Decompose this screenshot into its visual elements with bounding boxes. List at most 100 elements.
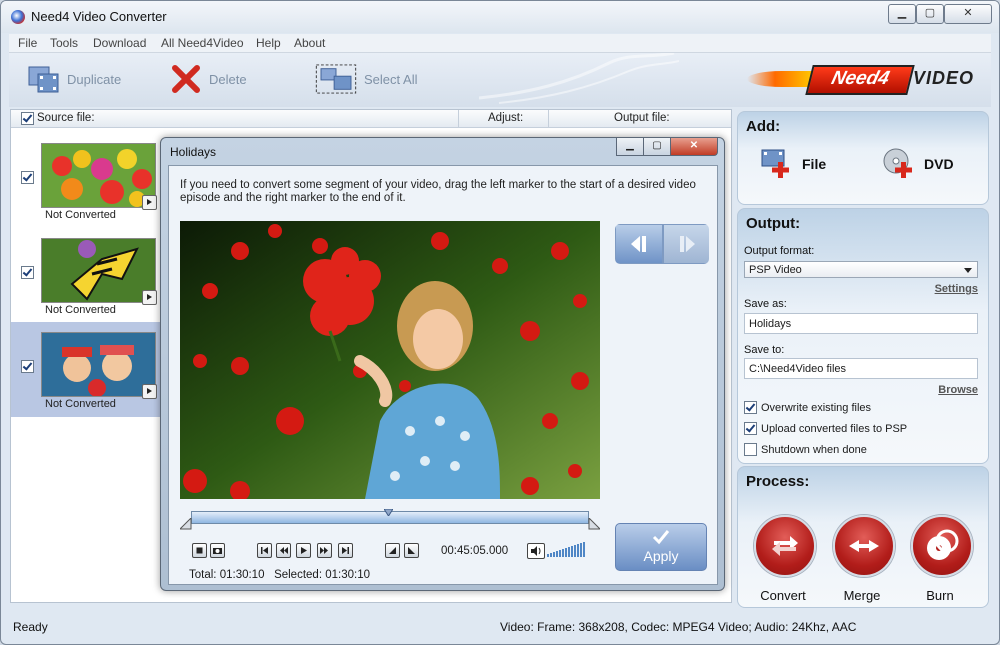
convert-icon [772,536,798,556]
stop-icon [196,547,203,554]
close-button[interactable]: ✕ [944,4,992,24]
video-preview [180,221,600,499]
skip-start-icon [261,547,268,554]
minimize-button[interactable]: ▁ [888,4,916,24]
save-to-input[interactable]: C:\Need4Video files [744,358,978,379]
close-icon: ✕ [689,140,699,151]
close-icon: ✕ [963,7,973,19]
speaker-icon [531,546,541,556]
header-source-file: Source file: [37,112,95,124]
select-all-checkbox[interactable] [21,112,34,125]
step-forward-icon [320,547,328,554]
right-trim-marker-icon[interactable] [588,518,600,530]
add-title: Add: [746,118,781,135]
add-file-icon [761,149,789,178]
add-section: Add: File DVD [737,111,989,205]
flame-icon [747,71,817,87]
play-button[interactable] [296,543,311,558]
shutdown-label: Shutdown when done [761,443,867,456]
item-status: Not Converted [45,304,116,316]
mark-out-icon [408,547,415,554]
add-dvd-label: DVD [924,156,954,172]
header-divider [458,110,459,127]
item-status: Not Converted [45,398,116,410]
save-to-label: Save to: [744,344,785,356]
set-right-marker-button[interactable] [663,224,709,264]
decorative-swirl-icon [479,53,679,104]
brand-logo: Need4 VIDEO [747,65,979,95]
apply-button[interactable]: Apply [615,523,707,571]
stop-button[interactable] [192,543,207,558]
list-item[interactable]: Not Converted [11,133,161,228]
maximize-button[interactable]: ▢ [916,4,944,24]
playhead-handle-icon[interactable] [384,509,393,516]
preview-play-button[interactable] [142,384,157,399]
volume-slider[interactable] [547,542,587,557]
checkmark-icon [652,530,670,545]
mark-out-button[interactable] [404,543,419,558]
left-trim-marker-icon[interactable] [180,518,192,530]
overwrite-checkbox[interactable] [744,401,757,414]
go-to-start-button[interactable] [257,543,272,558]
item-checkbox[interactable] [21,266,34,279]
item-checkbox[interactable] [21,171,34,184]
marker-button-group [615,224,709,264]
go-to-end-button[interactable] [338,543,353,558]
selected-duration: 01:30:10 [325,569,370,581]
menu-about[interactable]: About [294,36,325,50]
merge-icon [849,540,879,552]
convert-label: Convert [760,588,806,603]
mark-in-button[interactable] [385,543,400,558]
menu-help[interactable]: Help [256,36,281,50]
menu-bar: File Tools Download All Need4Video Help … [9,34,991,53]
output-format-select[interactable]: PSP Video [744,261,978,278]
add-dvd-button[interactable]: DVD [882,146,954,182]
preview-play-button[interactable] [142,195,157,210]
snapshot-button[interactable] [210,543,225,558]
preview-play-button[interactable] [142,290,157,305]
step-forward-button[interactable] [317,543,332,558]
total-duration: 01:30:10 [219,569,265,581]
merge-button[interactable] [833,515,895,577]
step-back-button[interactable] [276,543,291,558]
left-marker-icon [631,236,646,252]
delete-button[interactable]: Delete [169,63,247,95]
select-all-button[interactable]: Select All [314,63,417,95]
convert-button[interactable] [754,515,816,577]
burn-label: Burn [926,588,954,603]
settings-link[interactable]: Settings [935,283,978,295]
dialog-maximize-button[interactable]: ▢ [643,138,671,156]
shutdown-checkbox[interactable] [744,443,757,456]
menu-download[interactable]: Download [93,36,146,50]
burn-button[interactable] [911,515,973,577]
save-as-input[interactable]: Holidays [744,313,978,334]
duplicate-button[interactable]: Duplicate [27,63,121,95]
play-icon [301,547,307,554]
shutdown-option[interactable]: Shutdown when done [744,443,867,456]
upload-checkbox[interactable] [744,422,757,435]
right-panel: Add: File DVD Output: Output format: PSP… [734,109,992,608]
list-item[interactable]: Not Converted [11,228,161,323]
set-left-marker-button[interactable] [615,224,663,264]
upload-label: Upload converted files to PSP [761,422,908,435]
menu-file[interactable]: File [18,36,37,50]
menu-tools[interactable]: Tools [50,36,78,50]
overwrite-option[interactable]: Overwrite existing files [744,401,871,414]
upload-option[interactable]: Upload converted files to PSP [744,422,907,435]
overwrite-label: Overwrite existing files [761,401,872,414]
volume-button[interactable] [527,543,545,559]
dialog-close-button[interactable]: ✕ [670,138,718,156]
menu-all-need4video[interactable]: All Need4Video [161,36,244,50]
current-time: 00:45:05.000 [441,545,509,557]
camera-icon [213,548,222,554]
add-file-label: File [802,156,827,172]
main-window: Need4 Video Converter ▁ ▢ ✕ File Tools D… [0,0,1000,645]
maximize-icon: ▢ [924,7,936,19]
dialog-minimize-button[interactable]: ▁ [616,138,644,156]
media-info: Video: Frame: 368x208, Codec: MPEG4 Vide… [500,620,857,634]
add-file-button[interactable]: File [760,146,826,182]
header-divider [548,110,549,127]
item-checkbox[interactable] [21,360,34,373]
browse-link[interactable]: Browse [938,384,978,396]
list-item-selected[interactable]: Not Converted [11,322,161,417]
